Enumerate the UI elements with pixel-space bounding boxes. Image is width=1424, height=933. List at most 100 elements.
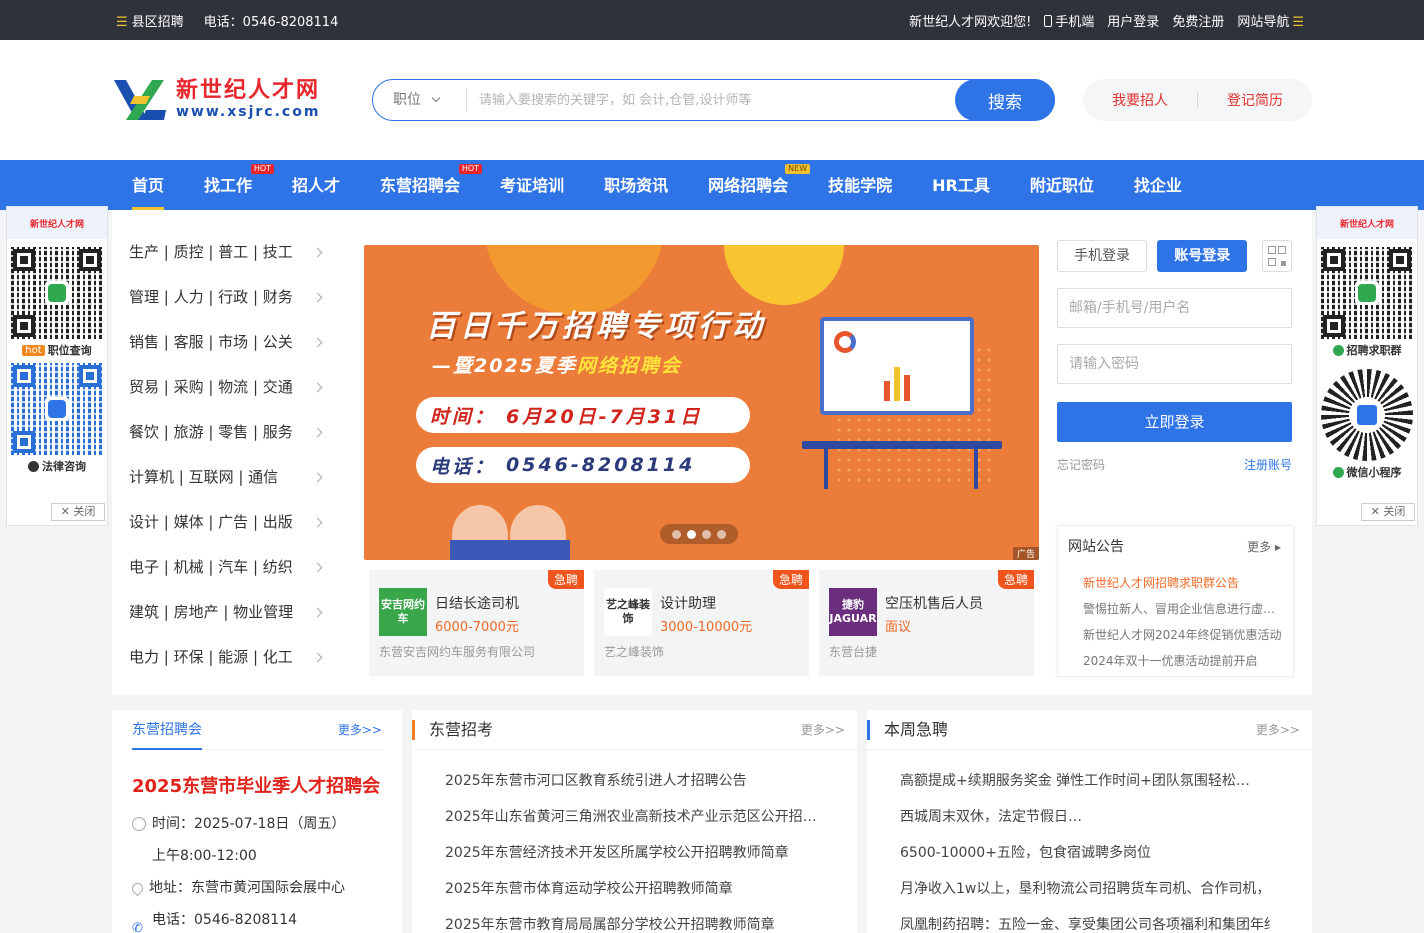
qr-code-icon <box>11 247 103 339</box>
fair-tab[interactable]: 东营招聘会 <box>132 710 202 750</box>
legal-consult-caption: 法律咨询 <box>42 460 86 473</box>
nav-item[interactable]: 找企业 <box>1114 160 1202 210</box>
job-salary: 3000-10000元 <box>660 620 753 635</box>
category-item[interactable]: 电子 | 机械 | 汽车 | 纺织 <box>129 545 329 590</box>
exam-item[interactable]: 2025年东营市教育局局属部分学校公开招聘教师简章 <box>445 907 815 933</box>
main-nav: 首页 找工作 HOT 招人才 东营招聘会 HOT 考证培训 职场资讯 网络招聘会 NEW 技能学院 H… <box>0 160 1424 210</box>
nav-item[interactable]: 考证培训 <box>480 160 584 210</box>
featured-job-card[interactable]: 急聘 艺之峰装饰 设计助理 3000-10000元 艺之峰装饰 <box>594 570 809 676</box>
exam-item[interactable]: 2025年东营市河口区教育系统引进人才招聘公告 <box>445 763 815 799</box>
urgent-job-item[interactable]: 西城周末双休，法定节假日… <box>900 799 1270 835</box>
site-notice: 网站公告 更多 ▸ 新世纪人才网招聘求职群公告 警惕拉新人、冒用企业信息进行虚… 新… <box>1057 525 1294 677</box>
category-item[interactable]: 管理 | 人力 | 行政 | 财务 <box>129 275 329 320</box>
category-item[interactable]: 生产 | 质控 | 普工 | 技工 <box>129 230 329 275</box>
nav-item[interactable]: 技能学院 <box>808 160 912 210</box>
search-type-select[interactable]: 职位 <box>373 89 467 111</box>
job-fair-panel: 东营招聘会 更多>> 2025东营市毕业季人才招聘会 时间：2025-07-18… <box>112 710 402 933</box>
tab-mobile-login[interactable]: 手机登录 <box>1057 240 1148 272</box>
qr-code-icon <box>11 363 103 455</box>
site-nav-link[interactable]: 网站导航 ☰ <box>1237 11 1308 30</box>
user-login-link[interactable]: 用户登录 <box>1107 11 1159 30</box>
password-field[interactable]: 请输入密码 <box>1057 344 1292 384</box>
nav-item[interactable]: 东营招聘会 HOT <box>360 160 483 210</box>
fair-title[interactable]: 2025东营市毕业季人才招聘会 <box>132 772 402 798</box>
site-logo[interactable]: 新世纪人才网 www.xsjrc.com <box>112 78 320 122</box>
fair-more-link[interactable]: 更多>> <box>338 721 382 738</box>
fair-address: 地址：东营市黄河国际会展中心 <box>149 880 345 896</box>
mini-program-code-icon <box>1321 369 1413 461</box>
fair-time: 时间：2025-07-18日（周五） <box>152 816 346 832</box>
exam-item[interactable]: 2025年东营经济技术开发区所属学校公开招聘教师简章 <box>445 835 815 871</box>
company-logo: 捷豹JAGUAR <box>829 588 877 636</box>
chevron-right-icon <box>312 382 323 393</box>
notice-more-link[interactable]: 更多 ▸ <box>1247 538 1281 555</box>
county-recruit-link[interactable]: ☰ 县区招聘 <box>116 11 184 30</box>
urgent-more-link[interactable]: 更多>> <box>1256 721 1300 738</box>
urgent-job-item[interactable]: 月净收入1w以上，垦利物流公司招聘货车司机、合作司机，… <box>900 871 1270 907</box>
tab-account-login[interactable]: 账号登录 <box>1157 240 1248 272</box>
free-register-link[interactable]: 免费注册 <box>1172 11 1224 30</box>
wechat-icon <box>28 460 39 472</box>
forgot-password-link[interactable]: 忘记密码 <box>1057 456 1105 473</box>
notice-item[interactable]: 新世纪人才网招聘求职群公告 <box>1083 570 1283 596</box>
chevron-right-icon <box>312 292 323 303</box>
category-item[interactable]: 电力 | 环保 | 能源 | 化工 <box>129 635 329 680</box>
mobile-link[interactable]: 手机端 <box>1044 11 1094 30</box>
close-button[interactable]: ✕ 关闭 <box>51 503 105 521</box>
notice-item[interactable]: 新世纪人才网2024年终促销优惠活动 <box>1083 622 1283 648</box>
search-input[interactable] <box>467 92 955 108</box>
chevron-right-icon <box>312 517 323 528</box>
category-item[interactable]: 建筑 | 房地产 | 物业管理 <box>129 590 329 635</box>
nav-item[interactable]: 招人才 <box>272 160 360 210</box>
nav-item[interactable]: 网络招聘会 NEW <box>688 160 811 210</box>
right-float-panel: 新世纪人才网 招聘求职群 微信小程序 ✕ 关闭 <box>1316 206 1418 526</box>
featured-job-card[interactable]: 急聘 捷豹JAGUAR 空压机售后人员 面议 东营台捷 <box>819 570 1034 676</box>
thumbs-up-icon <box>450 505 570 560</box>
fair-time-detail: 上午8:00-12:00 <box>152 848 257 864</box>
urgent-job-item[interactable]: 凤凰制药招聘：五险一金、享受集团公司各项福利和集团年终奖金 <box>900 907 1270 933</box>
exam-more-link[interactable]: 更多>> <box>801 721 845 738</box>
search-bar: 职位 搜索 <box>372 79 1055 121</box>
header-actions: 我要招人 登记简历 <box>1083 79 1312 121</box>
category-list: 生产 | 质控 | 普工 | 技工 管理 | 人力 | 行政 | 财务 销售 | 客… <box>129 230 329 680</box>
nav-badge: HOT <box>458 164 483 174</box>
close-button[interactable]: ✕ 关闭 <box>1361 503 1415 521</box>
notice-title: 网站公告 <box>1068 539 1124 555</box>
banner-subtitle: —暨2025夏季网络招聘会 <box>432 355 682 377</box>
category-item[interactable]: 计算机 | 互联网 | 通信 <box>129 455 329 500</box>
exam-item[interactable]: 2025年东营市体育运动学校公开招聘教师简章 <box>445 871 815 907</box>
category-item[interactable]: 贸易 | 采购 | 物流 | 交通 <box>129 365 329 410</box>
promo-banner[interactable]: 百日千万招聘专项行动 —暨2025夏季网络招聘会 时间： 6月20日-7月31日 … <box>364 245 1039 560</box>
carousel-dots[interactable] <box>660 524 738 544</box>
username-field[interactable]: 邮箱/手机号/用户名 <box>1057 288 1292 328</box>
mini-logo: 新世纪人才网 <box>29 219 84 230</box>
qr-login-icon[interactable] <box>1262 240 1293 272</box>
nav-item[interactable]: 附近职位 <box>1010 160 1114 210</box>
urgent-job-item[interactable]: 高额提成+续期服务奖金 弹性工作时间+团队氛围轻松… <box>900 763 1270 799</box>
featured-job-card[interactable]: 急聘 安吉网约车 日结长途司机 6000-7000元 东营安吉网约车服务有限公司 <box>369 570 584 676</box>
category-item[interactable]: 销售 | 客服 | 市场 | 公关 <box>129 320 329 365</box>
search-button[interactable]: 搜索 <box>955 79 1055 121</box>
login-button[interactable]: 立即登录 <box>1057 402 1292 442</box>
notice-item[interactable]: 警惕拉新人、冒用企业信息进行虚… <box>1083 596 1283 622</box>
header: 新世纪人才网 www.xsjrc.com 职位 搜索 我要招人 登记简历 <box>0 40 1424 160</box>
phone-icon <box>1044 14 1053 27</box>
nav-item[interactable]: 首页 <box>112 160 184 210</box>
register-resume-button[interactable]: 登记简历 <box>1198 90 1312 110</box>
job-salary: 面议 <box>885 620 912 635</box>
register-account-link[interactable]: 注册账号 <box>1244 456 1292 473</box>
category-item[interactable]: 设计 | 媒体 | 广告 | 出版 <box>129 500 329 545</box>
company-name: 艺之峰装饰 <box>604 645 665 659</box>
urgent-job-item[interactable]: 6500-10000+五险，包食宿诚聘多岗位 <box>900 835 1270 871</box>
urgent-badge: 急聘 <box>772 570 809 589</box>
exam-item[interactable]: 2025年山东省黄河三角洲农业高新技术产业示范区公开招… <box>445 799 815 835</box>
notice-item[interactable]: 2024年双十一优惠活动提前开启 <box>1083 648 1283 674</box>
banner-tel: 电话： 0546-8208114 <box>416 447 750 483</box>
menu-icon: ☰ <box>1292 14 1304 30</box>
nav-item[interactable]: 找工作 HOT <box>184 160 275 210</box>
nav-item[interactable]: HR工具 <box>912 160 1010 210</box>
nav-item[interactable]: 职场资讯 <box>584 160 688 210</box>
category-item[interactable]: 餐饮 | 旅游 | 零售 | 服务 <box>129 410 329 455</box>
urgent-panel: 本周急聘 更多>> 高额提成+续期服务奖金 弹性工作时间+团队氛围轻松… 西城周末… <box>867 710 1312 933</box>
post-job-button[interactable]: 我要招人 <box>1083 90 1197 110</box>
